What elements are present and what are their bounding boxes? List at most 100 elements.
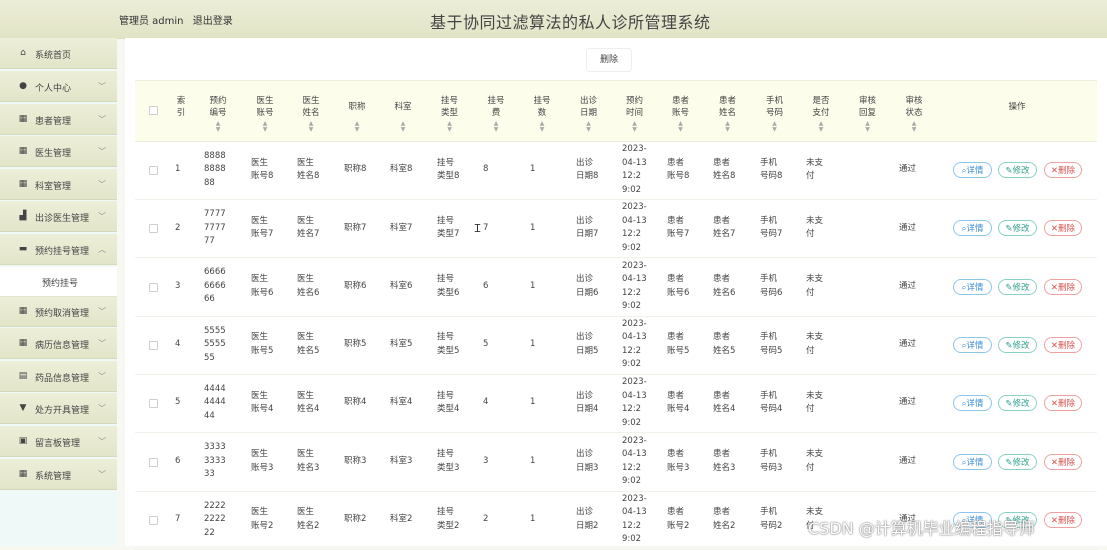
detail-button[interactable]: ⌕详情 — [953, 453, 992, 470]
logout-link[interactable]: 退出登录 — [193, 16, 233, 27]
delete-button[interactable]: ✕删除 — [1044, 220, 1082, 237]
sort-icon[interactable]: ▲ ▼ — [380, 121, 426, 133]
column-header-label: 患者 账号 — [671, 96, 689, 118]
column-header-17[interactable]: 审核 状态 ▲ ▼ — [891, 81, 937, 141]
column-header-10[interactable]: 出诊 日期 ▲ ▼ — [565, 81, 612, 141]
cell-paid: 未支 付 — [806, 274, 824, 298]
column-header-4[interactable]: 医生 姓名 ▲ ▼ — [288, 81, 334, 141]
sort-icon[interactable]: ▲ ▼ — [844, 121, 891, 133]
cell-count: 1 — [530, 280, 536, 291]
cell-doc_name: 医生 姓名8 — [297, 157, 320, 182]
sort-icon[interactable]: ▲ ▼ — [519, 121, 565, 133]
row-checkbox[interactable] — [149, 340, 158, 350]
column-header-12[interactable]: 患者 账号 ▲ ▼ — [657, 81, 704, 141]
sort-icon[interactable]: ▲ ▼ — [288, 121, 334, 133]
edit-button[interactable]: ✎修改 — [998, 162, 1037, 178]
sort-icon[interactable]: ▲ ▼ — [798, 121, 844, 133]
row-checkbox[interactable] — [149, 224, 158, 234]
row-checkbox[interactable] — [149, 515, 158, 525]
sidebar-item-10[interactable]: ▤ 药品信息管理 ﹀ — [0, 361, 117, 392]
sidebar-item-9[interactable]: ▦ 病历信息管理 ﹀ — [0, 328, 117, 359]
edit-button[interactable]: ✎修改 — [998, 278, 1037, 295]
sidebar-item-2[interactable]: ● 个人中心 ﹀ — [0, 71, 117, 102]
column-header-label: 操作 — [1008, 102, 1026, 112]
cell-title: 职称8 — [344, 164, 367, 175]
sort-icon[interactable]: ▲ ▼ — [657, 121, 704, 133]
row-checkbox[interactable] — [149, 399, 158, 409]
sort-icon[interactable]: ▲ ▼ — [612, 121, 657, 133]
cell-phone: 手机 号码3 — [760, 449, 783, 473]
column-header-2[interactable]: 预约 编号 ▲ ▼ — [195, 81, 241, 141]
submenu-item-appointment[interactable]: 预约挂号 — [0, 267, 117, 297]
sidebar-item-7[interactable]: ▬ 预约挂号管理 ︿ — [0, 234, 117, 265]
delete-button[interactable]: ✕删除 — [1044, 511, 1082, 528]
sort-icon[interactable]: ▲ ▼ — [704, 121, 751, 133]
detail-button[interactable]: ⌕详情 — [953, 162, 992, 178]
batch-delete-button[interactable]: 删除 — [586, 48, 632, 72]
column-header-7[interactable]: 挂号 类型 ▲ ▼ — [426, 81, 473, 141]
cell-status: 通过 — [899, 397, 917, 408]
column-header-13[interactable]: 患者 姓名 ▲ ▼ — [704, 81, 751, 141]
cell-doc_name: 医生 姓名4 — [297, 390, 320, 415]
sidebar-item-8[interactable]: ▦ 预约取消管理 ﹀ — [0, 296, 117, 327]
detail-button[interactable]: ⌕详情 — [953, 395, 992, 412]
pencil-icon: ✎ — [1005, 282, 1013, 293]
sidebar-item-13[interactable]: ▦ 系统管理 ﹀ — [0, 459, 117, 490]
row-checkbox[interactable] — [149, 457, 158, 467]
column-header-3[interactable]: 医生 账号 ▲ ▼ — [242, 81, 288, 141]
select-all-checkbox[interactable] — [149, 106, 158, 115]
cell-status: 通过 — [899, 164, 917, 175]
sort-icon[interactable]: ▲ ▼ — [195, 121, 241, 133]
sidebar-item-12[interactable]: ▣ 留言板管理 ﹀ — [0, 426, 117, 457]
delete-button[interactable]: ✕删除 — [1044, 278, 1082, 295]
sort-icon[interactable]: ▲ ▼ — [334, 121, 380, 133]
sort-icon[interactable]: ▲ ▼ — [565, 121, 612, 133]
home-icon: ⌂ — [20, 48, 26, 58]
sort-icon[interactable]: ▲ ▼ — [751, 121, 798, 133]
edit-button[interactable]: ✎修改 — [998, 395, 1037, 412]
edit-button[interactable]: ✎修改 — [998, 453, 1037, 470]
column-header-14[interactable]: 手机 号码 ▲ ▼ — [751, 81, 798, 141]
sort-icon[interactable]: ▲ ▼ — [426, 121, 473, 133]
close-icon: ✕ — [1050, 457, 1059, 468]
sidebar-item-4[interactable]: ▦ 医生管理 ﹀ — [0, 136, 117, 167]
column-header-11[interactable]: 预约 时间 ▲ ▼ — [612, 81, 657, 141]
button-label: 修改 — [1012, 166, 1030, 176]
button-label: 删除 — [1058, 224, 1076, 235]
detail-button[interactable]: ⌕详情 — [953, 220, 992, 237]
column-header-6[interactable]: 科室 ▲ ▼ — [380, 81, 426, 141]
row-checkbox[interactable] — [149, 166, 158, 175]
column-header-15[interactable]: 是否 支付 ▲ ▼ — [798, 81, 844, 141]
cell-count: 1 — [530, 514, 536, 525]
column-header-16[interactable]: 审核 回复 ▲ ▼ — [844, 81, 891, 141]
sidebar-item-6[interactable]: ▟ 出诊医生管理 ﹀ — [0, 201, 117, 232]
sort-icon[interactable]: ▲ ▼ — [891, 121, 937, 133]
column-header-9[interactable]: 挂号 数 ▲ ▼ — [519, 81, 565, 141]
cell-doc_acc: 医生 账号6 — [251, 274, 274, 298]
sidebar-item-1[interactable]: ⌂ 系统首页 — [0, 38, 117, 69]
delete-button[interactable]: ✕删除 — [1044, 395, 1082, 412]
column-header-5[interactable]: 职称 ▲ ▼ — [334, 81, 380, 141]
column-header-1[interactable]: 索 引 — [167, 81, 195, 141]
sidebar-item-11[interactable]: ▼ 处方开具管理 ﹀ — [0, 393, 117, 424]
cell-type: 挂号 类型3 — [437, 449, 460, 473]
sidebar-item-label: 预约挂号管理 — [35, 247, 90, 257]
chevron-down-icon: ﹀ — [98, 212, 106, 221]
delete-button[interactable]: ✕删除 — [1044, 162, 1082, 178]
column-header-8[interactable]: 挂号 费 ▲ ▼ — [473, 81, 519, 141]
delete-button[interactable]: ✕删除 — [1044, 453, 1082, 470]
close-icon: ✕ — [1050, 224, 1059, 235]
row-checkbox[interactable] — [149, 282, 158, 292]
sidebar-item-3[interactable]: ▦ 患者管理 ﹀ — [0, 104, 117, 135]
delete-button[interactable]: ✕删除 — [1044, 336, 1082, 353]
detail-button[interactable]: ⌕详情 — [953, 278, 992, 295]
cell-dept: 科室3 — [390, 455, 413, 466]
detail-button[interactable]: ⌕详情 — [953, 336, 992, 353]
edit-button[interactable]: ✎修改 — [998, 336, 1037, 353]
trophy-icon: ▼ — [19, 403, 27, 413]
sort-icon[interactable]: ▲ ▼ — [473, 121, 519, 133]
edit-button[interactable]: ✎修改 — [998, 220, 1037, 237]
sort-icon[interactable]: ▲ ▼ — [242, 121, 288, 133]
sidebar-item-5[interactable]: ▦ 科室管理 ﹀ — [0, 169, 117, 200]
cell-title: 职称7 — [344, 222, 367, 233]
